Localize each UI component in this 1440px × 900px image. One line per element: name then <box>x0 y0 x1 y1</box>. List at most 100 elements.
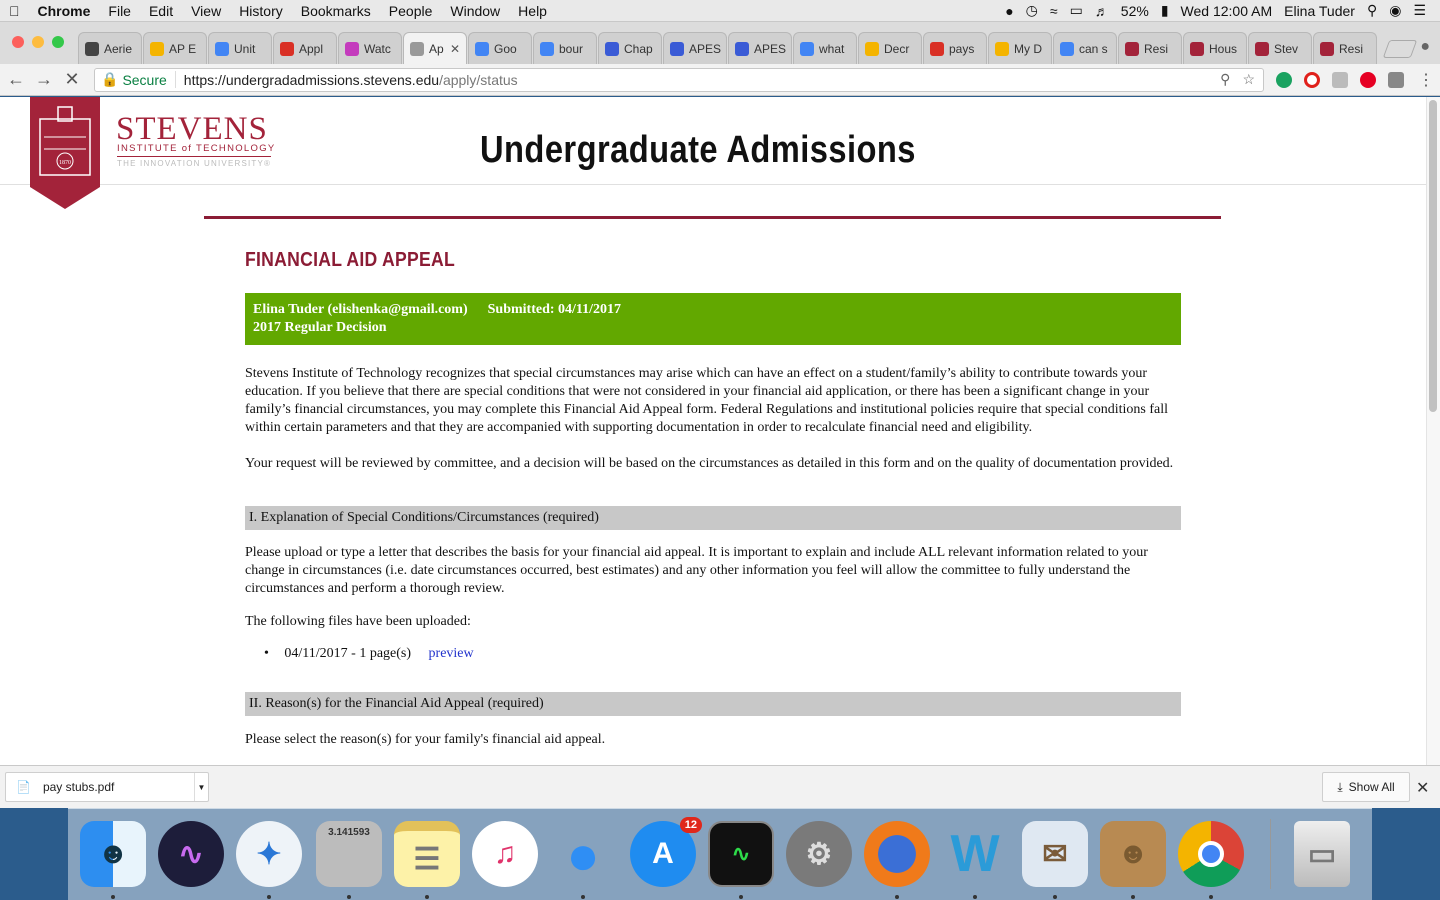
google-drive-icon <box>150 41 164 56</box>
tab-label: My D <box>1014 41 1042 56</box>
uploaded-label: The following files have been uploaded: <box>245 614 471 629</box>
browser-tab[interactable]: My D <box>988 32 1052 64</box>
close-download-bar-button[interactable]: ✕ <box>1416 778 1429 798</box>
download-menu-icon[interactable]: ▼ <box>194 773 208 801</box>
status-dot-icon[interactable]: ● <box>1005 3 1013 19</box>
menu-history[interactable]: History <box>230 3 292 19</box>
stevens-shield-logo[interactable]: 1870 <box>30 97 100 209</box>
browser-tab[interactable]: Unit <box>208 32 272 64</box>
zoom-icon[interactable]: ⚲ <box>1220 71 1230 88</box>
maximize-window-button[interactable] <box>52 36 64 48</box>
mail-icon[interactable]: ✉ <box>1022 821 1088 887</box>
clock[interactable]: Wed 12:00 AM <box>1181 3 1273 19</box>
menu-file[interactable]: File <box>99 3 140 19</box>
back-button[interactable]: ← <box>4 68 28 92</box>
tab-label: Decr <box>884 41 910 56</box>
finder-icon[interactable]: ☻ <box>80 821 146 887</box>
tab-strip: Aerie AP E Unit Appl Watc Ap ✕ Goo bour Chap APES A… <box>0 22 1440 64</box>
download-file-name: pay stubs.pdf <box>42 780 115 794</box>
user-name[interactable]: Elina Tuder <box>1284 3 1355 19</box>
browser-tab[interactable]: what <box>793 32 857 64</box>
chrome-icon[interactable] <box>1178 821 1244 887</box>
battery-percent[interactable]: 52% <box>1121 3 1149 19</box>
address-bar[interactable]: 🔒 Secure https://undergradadmissions.ste… <box>94 67 1264 92</box>
browser-tab[interactable]: Goo <box>468 32 532 64</box>
word-icon[interactable]: W <box>942 821 1008 887</box>
menu-window[interactable]: Window <box>441 3 509 19</box>
notes-icon[interactable]: ☰ <box>394 821 460 887</box>
new-tab-button[interactable] <box>1382 40 1418 58</box>
browser-tab[interactable]: APES <box>728 32 792 64</box>
chrome-menu-icon[interactable]: ⋮ <box>1418 70 1434 90</box>
calculator-display: 3.141593 <box>328 827 370 838</box>
tab-label: APES <box>754 41 787 56</box>
menu-edit[interactable]: Edit <box>140 3 182 19</box>
browser-tab[interactable]: Stev <box>1248 32 1312 64</box>
notes-extension-icon[interactable] <box>1388 71 1404 88</box>
apple-icon[interactable]:  <box>0 3 29 19</box>
browser-tab[interactable]: bour <box>533 32 597 64</box>
running-indicator <box>1209 895 1213 899</box>
contacts-icon[interactable]: ☻ <box>1100 821 1166 887</box>
menu-help[interactable]: Help <box>509 3 556 19</box>
opera-extension-icon[interactable] <box>1304 71 1320 88</box>
airplay-icon[interactable]: ▭ <box>1070 2 1083 19</box>
browser-tab[interactable]: Resi <box>1118 32 1182 64</box>
browser-tab[interactable]: Ap ✕ <box>403 32 467 64</box>
bookmark-star-icon[interactable]: ☆ <box>1242 71 1255 88</box>
trash-icon[interactable]: ▭ <box>1294 821 1350 887</box>
profile-icon[interactable]: ● <box>1420 38 1430 56</box>
running-indicator <box>347 895 351 899</box>
extension-icon[interactable] <box>1332 71 1348 88</box>
system-preferences-icon[interactable]: ⚙ <box>786 821 852 887</box>
app-store-icon[interactable]: A 12 <box>630 817 702 887</box>
browser-tab[interactable]: pays <box>923 32 987 64</box>
notification-center-icon[interactable]: ☰ <box>1413 2 1426 19</box>
browser-tab[interactable]: can s <box>1053 32 1117 64</box>
secure-indicator[interactable]: 🔒 Secure <box>101 71 176 88</box>
video-icon <box>345 41 359 56</box>
browser-tab[interactable]: APES <box>663 32 727 64</box>
browser-tab[interactable]: Watc <box>338 32 402 64</box>
download-item[interactable]: 📄 pay stubs.pdf ▼ <box>5 772 209 802</box>
browser-tab[interactable]: Hous <box>1183 32 1247 64</box>
spotlight-icon[interactable]: ⚲ <box>1367 2 1377 19</box>
siri-menu-icon[interactable]: ◉ <box>1389 2 1401 19</box>
scrollbar-thumb[interactable] <box>1429 100 1437 412</box>
browser-tab[interactable]: Chap <box>598 32 662 64</box>
battery-icon[interactable]: ▮ <box>1161 2 1169 19</box>
siri-icon[interactable]: ∿ <box>158 821 224 887</box>
menu-bookmarks[interactable]: Bookmarks <box>292 3 380 19</box>
itunes-icon[interactable]: ♫ <box>472 821 538 887</box>
menu-view[interactable]: View <box>182 3 230 19</box>
applicant-name: Elina Tuder (elishenka@gmail.com) <box>253 302 468 317</box>
time-machine-icon[interactable]: ◷ <box>1026 2 1038 19</box>
menu-people[interactable]: People <box>380 3 442 19</box>
menu-app-name[interactable]: Chrome <box>29 3 100 19</box>
calculator-icon[interactable]: 3.141593 <box>316 821 382 887</box>
browser-tab[interactable]: Decr <box>858 32 922 64</box>
stevens-icon <box>1255 41 1269 56</box>
safari-icon[interactable]: ✦ <box>236 821 302 887</box>
close-tab-icon[interactable]: ✕ <box>450 42 460 56</box>
running-indicator <box>267 895 271 899</box>
section-2-text: Please select the reason(s) for your fam… <box>245 732 606 747</box>
messages-icon[interactable]: ● <box>550 821 616 887</box>
browser-tab[interactable]: Aerie <box>78 32 142 64</box>
firefox-icon[interactable] <box>864 821 930 887</box>
volume-icon[interactable]: ♬ <box>1095 3 1109 19</box>
browser-tab[interactable]: AP E <box>143 32 207 64</box>
browser-tab[interactable]: Resi <box>1313 32 1377 64</box>
stop-loading-button[interactable]: ✕ <box>60 68 84 92</box>
logo-tagline: THE INNOVATION UNIVERSITY® <box>117 159 272 168</box>
wifi-icon[interactable]: ≈ <box>1050 3 1058 19</box>
activity-monitor-icon[interactable]: ∿ <box>708 821 774 887</box>
pinterest-extension-icon[interactable] <box>1360 71 1376 88</box>
minimize-window-button[interactable] <box>32 36 44 48</box>
browser-tab[interactable]: Appl <box>273 32 337 64</box>
preview-link[interactable]: preview <box>429 646 474 661</box>
forward-button[interactable]: → <box>32 68 56 92</box>
close-window-button[interactable] <box>12 36 24 48</box>
grammarly-extension-icon[interactable] <box>1276 71 1292 88</box>
show-all-downloads-button[interactable]: ⤓ Show All <box>1322 772 1410 802</box>
